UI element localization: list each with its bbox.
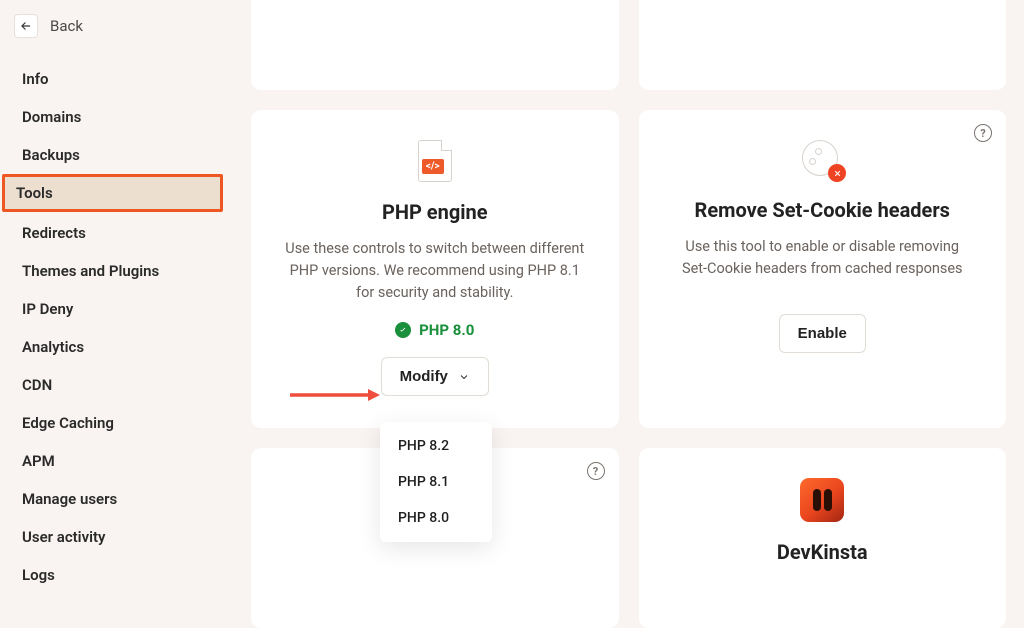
chevron-down-icon: [458, 371, 470, 383]
modify-row: Modify: [381, 357, 489, 396]
sidebar-item-redirects[interactable]: Redirects: [8, 214, 217, 252]
card-remove-cookie: ? Remove Set-Cookie headers Use this too…: [639, 110, 1007, 428]
x-badge-icon: [828, 164, 846, 182]
sidebar-item-info[interactable]: Info: [8, 60, 217, 98]
sidebar-item-manage-users[interactable]: Manage users: [8, 480, 217, 518]
card-title: DevKinsta: [777, 540, 868, 564]
php-file-icon: </>: [418, 140, 452, 182]
sidebar-item-backups[interactable]: Backups: [8, 136, 217, 174]
sidebar-item-tools[interactable]: Tools: [2, 174, 223, 212]
arrow-left-icon: [19, 19, 33, 33]
card-devkinsta: DevKinsta: [639, 448, 1007, 628]
php-version-dropdown: PHP 8.2 PHP 8.1 PHP 8.0: [380, 422, 492, 542]
card-title: Remove Set-Cookie headers: [695, 198, 950, 222]
back-label: Back: [50, 17, 83, 35]
sidebar-item-cdn[interactable]: CDN: [8, 366, 217, 404]
php-version-status: PHP 8.0: [419, 321, 474, 339]
enable-row: Enable: [779, 314, 866, 353]
sidebar-item-themes-plugins[interactable]: Themes and Plugins: [8, 252, 217, 290]
devkinsta-icon: [800, 478, 844, 522]
sidebar-nav: Info Domains Backups Tools Redirects The…: [0, 52, 225, 602]
card-desc: Use these controls to switch between dif…: [285, 238, 585, 303]
cookie-remove-icon: [802, 140, 842, 180]
php-option-82[interactable]: PHP 8.2: [380, 428, 492, 464]
sidebar-item-edge-caching[interactable]: Edge Caching: [8, 404, 217, 442]
card-title: PHP engine: [382, 200, 488, 224]
sidebar-item-apm[interactable]: APM: [8, 442, 217, 480]
php-modify-button[interactable]: Modify: [381, 357, 489, 396]
card-partial-right: Enabled for country level Modify: [639, 0, 1007, 90]
card-php-engine: </> PHP engine Use these controls to swi…: [251, 110, 619, 428]
check-circle-icon: [395, 322, 411, 338]
sidebar-item-logs[interactable]: Logs: [8, 556, 217, 594]
php-status: PHP 8.0: [395, 321, 474, 339]
card-partial-left: [251, 0, 619, 90]
annotation-arrow-icon: [290, 386, 380, 404]
back-row: Back: [0, 6, 225, 52]
help-icon[interactable]: ?: [587, 462, 605, 480]
sidebar-item-analytics[interactable]: Analytics: [8, 328, 217, 366]
sidebar: Back Info Domains Backups Tools Redirect…: [0, 0, 225, 604]
back-button[interactable]: [14, 14, 38, 38]
enable-button[interactable]: Enable: [779, 314, 866, 353]
php-option-81[interactable]: PHP 8.1: [380, 464, 492, 500]
sidebar-item-ip-deny[interactable]: IP Deny: [8, 290, 217, 328]
sidebar-item-domains[interactable]: Domains: [8, 98, 217, 136]
php-option-80[interactable]: PHP 8.0: [380, 500, 492, 536]
tools-grid: Enabled for country level Modify </>: [251, 0, 1006, 628]
card-desc: Use this tool to enable or disable remov…: [673, 236, 973, 280]
content: Enabled for country level Modify </>: [225, 0, 1024, 604]
sidebar-item-user-activity[interactable]: User activity: [8, 518, 217, 556]
help-icon[interactable]: ?: [974, 124, 992, 142]
